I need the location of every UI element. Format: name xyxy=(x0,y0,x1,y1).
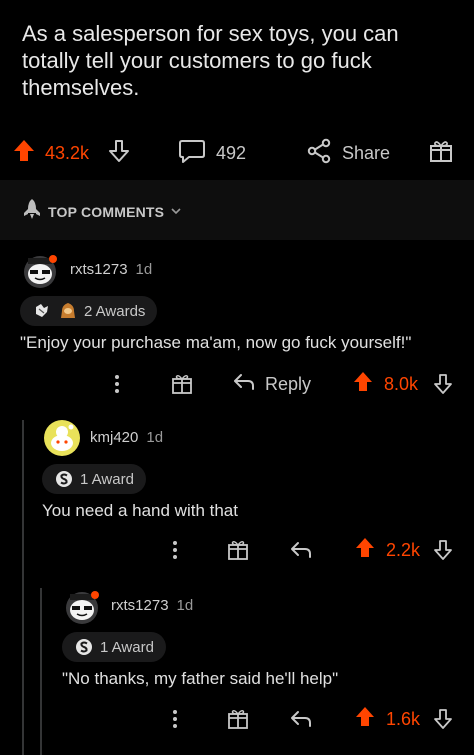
share-button[interactable]: Share xyxy=(306,130,390,176)
award-icon xyxy=(32,301,52,321)
post-award-button[interactable] xyxy=(428,130,454,176)
avatar[interactable] xyxy=(20,250,60,290)
awards-count: 1 Award xyxy=(100,638,154,656)
award-gift-icon[interactable] xyxy=(226,535,250,565)
comment-body: "Enjoy your purchase ma'am, now go fuck … xyxy=(20,333,412,352)
comment-meta: rxts1273 1d xyxy=(70,261,152,278)
comment-score: 2.2k xyxy=(386,539,421,560)
more-options-icon[interactable] xyxy=(168,535,182,565)
awards-badge[interactable]: 2 Awards xyxy=(20,296,158,326)
comment-meta: kmj420 1d xyxy=(90,429,163,446)
sort-comments-button[interactable]: TOP COMMENTS xyxy=(22,198,182,225)
comment-actions: Reply 8.0k xyxy=(0,369,474,399)
comment-age: 1d xyxy=(176,597,194,614)
comment-score: 1.6k xyxy=(386,708,421,729)
chevron-down-icon xyxy=(170,203,182,221)
post-comments-button[interactable]: 492 xyxy=(178,130,246,176)
award-icon xyxy=(54,469,74,489)
awards-badge[interactable]: 1 Award xyxy=(62,632,166,662)
comments-count: 492 xyxy=(216,142,247,163)
comment-meta: rxts1273 1d xyxy=(111,597,193,614)
post-downvote-button[interactable] xyxy=(106,130,132,176)
downvote-arrow-icon[interactable] xyxy=(432,704,454,734)
upvote-arrow-icon[interactable] xyxy=(354,536,376,565)
comment-body: "No thanks, my father said he'll help" xyxy=(62,669,339,688)
comment-actions: 2.2k xyxy=(0,535,474,565)
comment-upvote-button[interactable]: 2.2k xyxy=(354,535,420,565)
comment-upvote-button[interactable]: 1.6k xyxy=(354,704,420,734)
username[interactable]: rxts1273 xyxy=(70,261,128,278)
downvote-arrow-icon[interactable] xyxy=(106,138,132,169)
upvote-arrow-icon[interactable] xyxy=(12,138,36,169)
more-options-icon[interactable] xyxy=(110,369,124,399)
comment-score: 8.0k xyxy=(384,373,419,394)
comment-body: You need a hand with that xyxy=(42,501,238,520)
post-upvote-count: 43.2k xyxy=(45,142,90,163)
reply-button[interactable]: Reply xyxy=(232,369,311,399)
upvote-arrow-icon[interactable] xyxy=(352,370,374,399)
post-upvote-button[interactable]: 43.2k xyxy=(12,130,89,176)
reply-arrow-icon xyxy=(232,371,256,398)
rocket-icon xyxy=(22,198,42,225)
avatar[interactable] xyxy=(62,586,102,626)
comment-age: 1d xyxy=(135,261,153,278)
reply-arrow-icon[interactable] xyxy=(289,704,313,734)
award-gift-icon[interactable] xyxy=(170,369,194,399)
more-options-icon[interactable] xyxy=(168,704,182,734)
awards-count: 2 Awards xyxy=(84,302,146,320)
comment-age: 1d xyxy=(146,429,164,446)
comment-actions: 1.6k xyxy=(0,704,474,734)
awards-badge[interactable]: 1 Award xyxy=(42,464,146,494)
comment-bubble-icon xyxy=(178,138,206,169)
reply-arrow-icon[interactable] xyxy=(289,535,313,565)
upvote-arrow-icon[interactable] xyxy=(354,705,376,734)
award-gift-icon xyxy=(428,138,454,169)
share-icon xyxy=(306,138,332,169)
post-action-bar: 43.2k 492 Share xyxy=(0,130,474,176)
sort-label: TOP COMMENTS xyxy=(48,203,165,220)
avatar[interactable] xyxy=(42,418,82,458)
award-icon xyxy=(58,301,78,321)
awards-count: 1 Award xyxy=(80,470,134,488)
award-icon xyxy=(74,637,94,657)
post-title: As a salesperson for sex toys, you can t… xyxy=(22,21,399,100)
username[interactable]: rxts1273 xyxy=(111,597,169,614)
downvote-arrow-icon[interactable] xyxy=(432,369,454,399)
share-label: Share xyxy=(342,142,391,163)
downvote-arrow-icon[interactable] xyxy=(432,535,454,565)
username[interactable]: kmj420 xyxy=(90,429,138,446)
reply-label: Reply xyxy=(265,373,312,394)
comment-upvote-button[interactable]: 8.0k xyxy=(352,369,418,399)
award-gift-icon[interactable] xyxy=(226,704,250,734)
